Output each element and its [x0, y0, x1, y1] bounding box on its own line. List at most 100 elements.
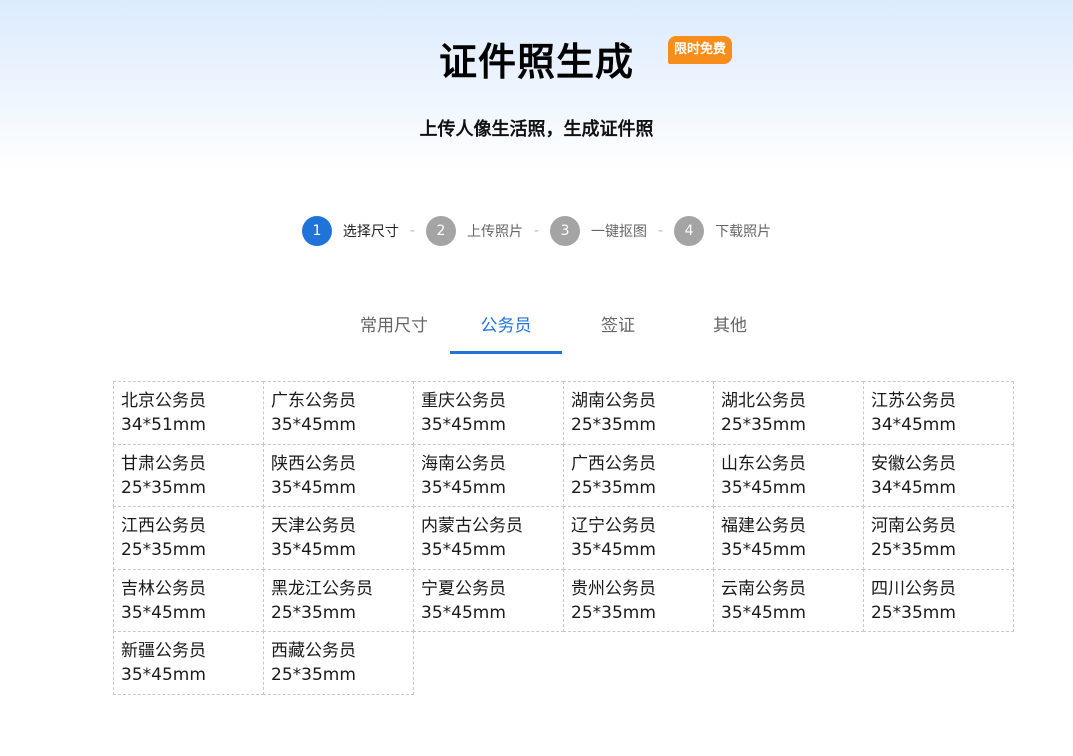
step-number: 1 [301, 216, 332, 246]
size-option-dimensions: 34*51mm [121, 415, 206, 435]
size-option[interactable]: 安徽公务员 34*45mm [863, 443, 1014, 507]
size-option-dimensions: 35*45mm [271, 477, 356, 498]
tab-other[interactable]: 其他 [674, 298, 786, 354]
size-grid: 北京公务员 34*51mm 广东公务员 35*45mm 重庆公务员 35*45mm 湖南公务… [113, 381, 1014, 695]
step-number: 3 [550, 216, 581, 246]
size-option[interactable]: 贵州公务员 25*35mm [563, 568, 714, 632]
size-option-name: 陕西公务员 [271, 453, 356, 474]
size-option-dimensions: 25*35mm [721, 415, 806, 435]
size-option-dimensions: 35*45mm [721, 602, 806, 623]
size-option-dimensions: 35*45mm [271, 415, 356, 435]
size-option[interactable]: 江西公务员 25*35mm [113, 506, 264, 570]
size-option-dimensions: 35*45mm [721, 477, 806, 498]
size-option-dimensions: 35*45mm [421, 540, 506, 560]
step-indicator: 1 选择尺寸 - 2 上传照片 - 3 一键抠图 - 4 下载照片 [0, 216, 1073, 246]
size-option[interactable]: 广东公务员 35*45mm [263, 381, 414, 445]
size-option-dimensions: 25*35mm [121, 477, 206, 498]
size-option[interactable]: 广西公务员 25*35mm [563, 443, 714, 507]
size-option-name: 贵州公务员 [571, 578, 656, 599]
step-label: 下载照片 [715, 224, 772, 240]
size-option-name: 内蒙古公务员 [421, 516, 523, 536]
size-option-name: 安徽公务员 [871, 453, 956, 474]
size-option-dimensions: 35*45mm [121, 665, 206, 685]
size-option-name: 广西公务员 [571, 453, 656, 474]
size-option-dimensions: 25*35mm [571, 477, 656, 498]
size-option-name: 吉林公务员 [121, 578, 206, 599]
size-option[interactable]: 北京公务员 34*51mm [113, 381, 264, 445]
size-option-dimensions: 25*35mm [871, 540, 956, 560]
size-option[interactable]: 重庆公务员 35*45mm [413, 381, 564, 445]
size-option-dimensions: 35*45mm [421, 415, 506, 435]
step-label: 选择尺寸 [342, 224, 399, 240]
size-option-dimensions: 25*35mm [271, 665, 356, 685]
size-option-dimensions: 35*45mm [121, 602, 206, 623]
size-option-name: 北京公务员 [121, 391, 206, 411]
size-option-name: 山东公务员 [721, 453, 806, 474]
size-option[interactable]: 湖南公务员 25*35mm [563, 381, 714, 445]
size-option[interactable]: 辽宁公务员 35*45mm [563, 506, 714, 570]
size-option[interactable]: 西藏公务员 25*35mm [263, 631, 414, 695]
size-option[interactable]: 内蒙古公务员 35*45mm [413, 506, 564, 570]
size-option-name: 湖北公务员 [721, 391, 806, 411]
step-label: 一键抠图 [591, 224, 648, 240]
size-option[interactable]: 甘肃公务员 25*35mm [113, 443, 264, 507]
size-option-name: 江苏公务员 [871, 391, 956, 411]
step-separator: - [409, 223, 415, 239]
size-option-name: 河南公务员 [871, 516, 956, 536]
step-number: 4 [674, 216, 705, 246]
size-option-dimensions: 25*35mm [571, 415, 656, 435]
size-option-dimensions: 25*35mm [271, 602, 356, 623]
size-option[interactable]: 湖北公务员 25*35mm [713, 381, 864, 445]
size-option-dimensions: 35*45mm [421, 477, 506, 498]
size-option-name: 甘肃公务员 [121, 453, 206, 474]
size-option[interactable]: 福建公务员 35*45mm [713, 506, 864, 570]
size-option-dimensions: 25*35mm [121, 540, 206, 560]
size-option-name: 云南公务员 [721, 578, 806, 599]
size-option-name: 辽宁公务员 [571, 516, 656, 536]
step-upload-photo: 2 上传照片 [425, 216, 523, 246]
size-option[interactable]: 云南公务员 35*45mm [713, 568, 864, 632]
size-option[interactable]: 江苏公务员 34*45mm [863, 381, 1014, 445]
size-option-dimensions: 35*45mm [421, 602, 506, 623]
page-subtitle: 上传人像生活照，生成证件照 [419, 119, 654, 140]
size-option-name: 湖南公务员 [571, 391, 656, 411]
step-separator: - [533, 223, 540, 239]
size-option-name: 福建公务员 [721, 516, 806, 536]
size-option-dimensions: 35*45mm [721, 540, 806, 560]
title-area: 证件照生成 [0, 36, 1073, 88]
tab-civil-servant[interactable]: 公务员 [450, 298, 562, 354]
step-number: 2 [425, 216, 456, 246]
size-option-name: 天津公务员 [271, 516, 356, 536]
size-option[interactable]: 陕西公务员 35*45mm [263, 443, 414, 507]
size-option-dimensions: 25*35mm [571, 602, 656, 623]
tab-common-sizes[interactable]: 常用尺寸 [338, 298, 450, 354]
size-option-name: 江西公务员 [121, 516, 206, 536]
size-option[interactable]: 宁夏公务员 35*45mm [413, 568, 564, 632]
free-badge: 限时免费 [668, 36, 733, 64]
size-option-name: 西藏公务员 [271, 641, 356, 661]
size-option[interactable]: 山东公务员 35*45mm [713, 443, 864, 507]
size-option-dimensions: 25*35mm [871, 602, 956, 623]
size-option[interactable]: 天津公务员 35*45mm [263, 506, 414, 570]
size-option[interactable]: 黑龙江公务员 25*35mm [263, 568, 414, 632]
size-option-dimensions: 35*45mm [271, 540, 356, 560]
size-option-name: 重庆公务员 [421, 391, 506, 411]
step-select-size: 1 选择尺寸 [301, 216, 399, 246]
step-download: 4 下载照片 [674, 216, 771, 246]
size-option-name: 海南公务员 [421, 453, 506, 474]
size-option[interactable]: 河南公务员 25*35mm [863, 506, 1014, 570]
page-title: 证件照生成 [438, 40, 634, 84]
size-option[interactable]: 新疆公务员 35*45mm [113, 631, 264, 695]
step-separator: - [658, 223, 664, 239]
step-label: 上传照片 [466, 224, 523, 240]
size-option-name: 广东公务员 [271, 391, 356, 411]
size-option-dimensions: 34*45mm [871, 477, 956, 498]
tab-visa[interactable]: 签证 [562, 298, 674, 354]
size-option[interactable]: 吉林公务员 35*45mm [113, 568, 264, 632]
size-option[interactable]: 海南公务员 35*45mm [413, 443, 564, 507]
size-option-name: 四川公务员 [871, 578, 956, 599]
size-option-dimensions: 34*45mm [871, 415, 956, 435]
size-option-name: 新疆公务员 [121, 641, 206, 661]
size-option[interactable]: 四川公务员 25*35mm [863, 568, 1014, 632]
size-category-tabs: 常用尺寸 公务员 签证 其他 [338, 298, 786, 354]
